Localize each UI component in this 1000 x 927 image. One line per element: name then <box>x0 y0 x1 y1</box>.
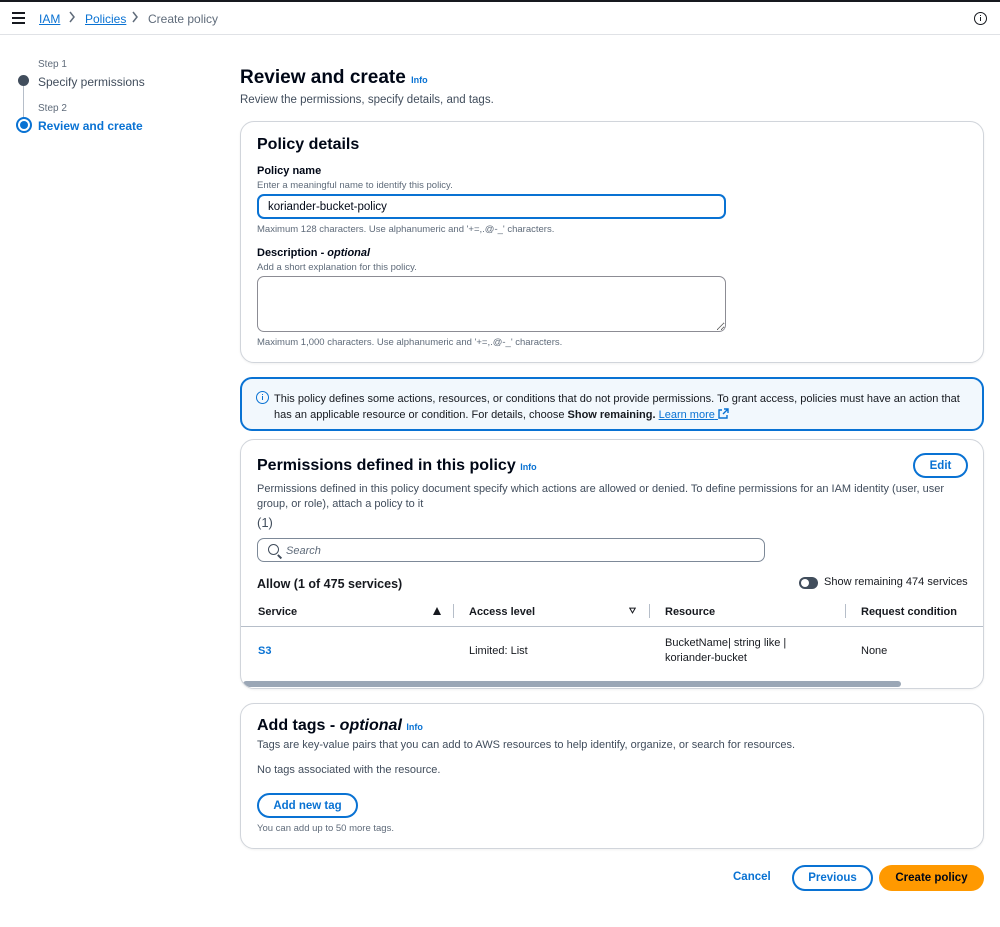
search-placeholder: Search <box>286 545 321 557</box>
request-condition-cell: None <box>861 645 888 657</box>
info-link[interactable]: Info <box>406 722 423 732</box>
learn-more-link[interactable]: Learn more <box>659 408 729 421</box>
step-1-label: Step 1 <box>38 59 67 70</box>
info-icon <box>256 391 269 404</box>
policy-details-card: Policy details Policy name Enter a meani… <box>240 121 984 363</box>
page-subtitle: Review the permissions, specify details,… <box>240 94 494 106</box>
policy-name-input[interactable] <box>257 194 726 219</box>
column-header-request-condition[interactable]: Request condition <box>861 606 957 618</box>
page-title-text: Review and create <box>240 67 406 88</box>
top-navigation-bar: IAM Policies Create policy <box>0 0 1000 35</box>
add-new-tag-button[interactable]: Add new tag <box>257 793 358 818</box>
page-title: Review and create Info <box>240 67 428 89</box>
breadcrumb-policies[interactable]: Policies <box>85 12 126 26</box>
optional-label: optional <box>327 247 371 259</box>
permissions-card: Permissions defined in this policy Info … <box>240 439 984 689</box>
description-constraint: Maximum 1,000 characters. Use alphanumer… <box>257 337 563 348</box>
policy-name-description: Enter a meaningful name to identify this… <box>257 180 453 191</box>
optional-label: optional <box>339 717 402 734</box>
description-hint: Add a short explanation for this policy. <box>257 262 417 273</box>
info-link[interactable]: Info <box>411 75 428 85</box>
info-link[interactable]: Info <box>520 462 537 472</box>
step-2-label: Step 2 <box>38 103 67 114</box>
chevron-right-icon <box>68 11 78 25</box>
table-header-divider <box>241 626 983 627</box>
sort-ascending-icon[interactable] <box>433 607 441 615</box>
tags-description: Tags are key-value pairs that you can ad… <box>257 739 796 751</box>
permissions-heading-text: Permissions defined in this policy <box>257 457 516 474</box>
column-header-service[interactable]: Service <box>258 606 297 618</box>
menu-icon[interactable] <box>12 12 25 24</box>
show-remaining-label: Show remaining 474 services <box>824 576 968 588</box>
description-label-text: Description <box>257 247 318 259</box>
info-icon[interactable] <box>974 12 987 25</box>
policy-details-heading: Policy details <box>257 136 360 153</box>
permissions-search[interactable]: Search <box>257 538 765 562</box>
column-divider <box>453 604 454 618</box>
alert-bold-text: Show remaining. <box>567 409 656 421</box>
breadcrumb-iam[interactable]: IAM <box>39 12 60 26</box>
chevron-right-icon <box>131 11 141 25</box>
info-alert: This policy defines some actions, resour… <box>240 377 984 431</box>
permissions-count: (1) <box>257 515 273 530</box>
tags-card: Add tags - optional Info Tags are key-va… <box>240 703 984 849</box>
step-1-indicator <box>18 75 29 86</box>
step-1-title[interactable]: Specify permissions <box>38 75 145 89</box>
tags-heading-text: Add tags <box>257 717 326 734</box>
column-divider <box>845 604 846 618</box>
description-label: Description - optional <box>257 247 371 259</box>
search-icon <box>268 544 279 555</box>
description-textarea[interactable] <box>257 276 726 332</box>
tags-heading: Add tags - optional Info <box>257 717 423 734</box>
previous-button[interactable]: Previous <box>792 865 873 891</box>
alert-message: This policy defines some actions, resour… <box>274 391 964 423</box>
permissions-heading: Permissions defined in this policy Info <box>257 457 537 475</box>
sort-icon[interactable] <box>629 607 636 614</box>
step-2-indicator <box>16 117 32 133</box>
tags-empty-state: No tags associated with the resource. <box>257 764 441 776</box>
resource-cell: BucketName| string like | koriander-buck… <box>665 637 787 664</box>
access-level-cell: Limited: List <box>469 645 528 657</box>
tags-limit: You can add up to 50 more tags. <box>257 823 394 834</box>
policy-name-constraint: Maximum 128 characters. Use alphanumeric… <box>257 224 555 235</box>
step-connector <box>23 86 24 118</box>
column-divider <box>649 604 650 618</box>
create-policy-button[interactable]: Create policy <box>879 865 984 891</box>
column-header-resource[interactable]: Resource <box>665 606 715 618</box>
policy-name-label: Policy name <box>257 165 322 177</box>
show-remaining-toggle[interactable] <box>799 577 818 589</box>
edit-button[interactable]: Edit <box>913 453 968 478</box>
service-link[interactable]: S3 <box>258 644 271 659</box>
permissions-description: Permissions defined in this policy docum… <box>257 483 945 510</box>
allow-heading: Allow (1 of 475 services) <box>257 577 403 591</box>
step-2-title: Review and create <box>38 119 143 133</box>
column-header-access-level[interactable]: Access level <box>469 606 535 618</box>
cancel-button[interactable]: Cancel <box>733 871 771 883</box>
external-link-icon <box>718 408 729 419</box>
horizontal-scrollbar[interactable] <box>243 681 901 687</box>
breadcrumb-current: Create policy <box>148 12 219 26</box>
